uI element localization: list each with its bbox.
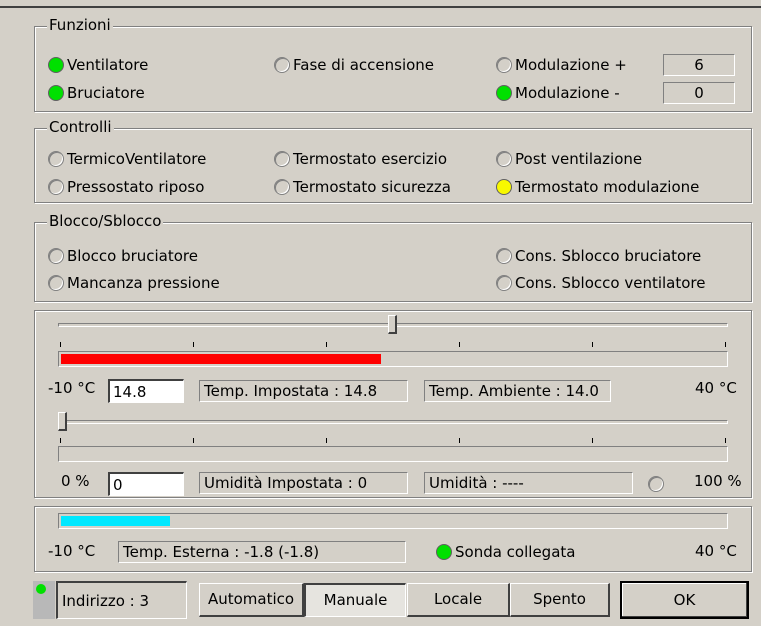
temp-bar <box>58 351 728 367</box>
setpoint-panel <box>34 310 752 498</box>
hum-min-label: 0 % <box>61 472 90 490</box>
termico-ventilatore-label: TermicoVentilatore <box>67 150 207 168</box>
temp-slider-tick <box>60 342 61 347</box>
cons-sblocco-bruciatore-label: Cons. Sblocco bruciatore <box>515 247 702 265</box>
hum-slider-tick <box>459 438 460 443</box>
hum-slider-track[interactable] <box>58 420 728 424</box>
pressostato-riposo-led-icon <box>48 179 64 195</box>
modulazione-meno-value: 0 <box>663 82 735 104</box>
ventilatore-label: Ventilatore <box>67 56 149 74</box>
controlli-title: Controlli <box>47 118 114 136</box>
temp-slider-tick <box>592 342 593 347</box>
hum-slider-thumb[interactable] <box>58 412 67 431</box>
hum-input[interactable] <box>108 472 184 496</box>
temp-input[interactable] <box>108 379 184 403</box>
blocco-bruciatore-led-icon <box>48 248 64 264</box>
indirizzo: Indirizzo : 3 <box>56 581 187 619</box>
hum-slider-tick <box>193 438 194 443</box>
temp-ambiente: Temp. Ambiente : 14.0 <box>424 380 611 402</box>
termostato-sicurezza-led-icon <box>274 179 290 195</box>
blocco-bruciatore-label: Blocco bruciatore <box>67 247 199 265</box>
cons-sblocco-bruciatore-led-icon <box>496 248 512 264</box>
termostato-sicurezza-label: Termostato sicurezza <box>293 178 451 196</box>
hum-slider-tick <box>326 438 327 443</box>
fase-accensione-led-icon <box>274 57 290 73</box>
ok-button[interactable]: OK <box>620 581 749 619</box>
cons-sblocco-ventilatore-label: Cons. Sblocco ventilatore <box>515 274 706 292</box>
termostato-modulazione-led-icon <box>496 179 512 195</box>
hum-slider-tick <box>60 438 61 443</box>
temp-slider-tick <box>193 342 194 347</box>
hum-status-led-icon <box>648 476 664 492</box>
hum-current: Umidità : ---- <box>424 472 633 494</box>
termostato-esercizio-label: Termostato esercizio <box>293 150 447 168</box>
ext-bar-fill <box>61 516 170 526</box>
mancanza-pressione-led-icon <box>48 275 64 291</box>
hum-max-label: 100 % <box>694 472 742 490</box>
post-ventilazione-led-icon <box>496 151 512 167</box>
temp-slider-tick <box>459 342 460 347</box>
modulazione-meno-label: Modulazione - <box>515 84 620 102</box>
manuale-button[interactable]: Manuale <box>304 583 406 617</box>
modulazione-piu-label: Modulazione + <box>515 56 627 74</box>
temp-bar-fill <box>61 354 381 364</box>
pressostato-riposo-label: Pressostato riposo <box>67 178 205 196</box>
bruciatore-label: Bruciatore <box>67 84 145 102</box>
modulazione-piu-led-icon <box>496 57 512 73</box>
bruciatore-led-icon <box>48 85 64 101</box>
modulazione-piu-value: 6 <box>663 54 735 76</box>
cons-sblocco-ventilatore-led-icon <box>496 275 512 291</box>
termico-ventilatore-led-icon <box>48 151 64 167</box>
ventilatore-led-icon <box>48 57 64 73</box>
automatico-button[interactable]: Automatico <box>199 583 304 617</box>
temp-max-label: 40 °C <box>695 379 737 397</box>
sonda-led-icon <box>436 544 452 560</box>
address-led-box <box>33 581 55 619</box>
sonda-label: Sonda collegata <box>455 543 576 561</box>
post-ventilazione-label: Post ventilazione <box>515 150 643 168</box>
modulazione-meno-led-icon <box>496 85 512 101</box>
fase-accensione-label: Fase di accensione <box>293 56 435 74</box>
temp-slider-tick <box>725 342 726 347</box>
locale-button[interactable]: Locale <box>407 583 510 617</box>
temp-slider-thumb[interactable] <box>388 315 397 334</box>
temp-impostata: Temp. Impostata : 14.8 <box>199 380 408 402</box>
ext-min-label: -10 °C <box>48 542 96 560</box>
ext-bar <box>58 513 728 529</box>
address-led-icon <box>36 584 46 594</box>
funzioni-title: Funzioni <box>47 16 113 34</box>
mancanza-pressione-label: Mancanza pressione <box>67 274 220 292</box>
hum-bar <box>58 446 728 462</box>
temp-slider-tick <box>326 342 327 347</box>
hum-slider-tick <box>725 438 726 443</box>
spento-button[interactable]: Spento <box>510 583 610 617</box>
blocco-title: Blocco/Sblocco <box>47 212 164 230</box>
termostato-esercizio-led-icon <box>274 151 290 167</box>
hum-impostata: Umidità Impostata : 0 <box>199 472 408 494</box>
ext-max-label: 40 °C <box>695 542 737 560</box>
hum-slider-tick <box>592 438 593 443</box>
window-top-border <box>0 6 761 8</box>
ext-temp: Temp. Esterna : -1.8 (-1.8) <box>118 541 406 563</box>
termostato-modulazione-label: Termostato modulazione <box>515 178 700 196</box>
temp-min-label: -10 °C <box>48 379 96 397</box>
